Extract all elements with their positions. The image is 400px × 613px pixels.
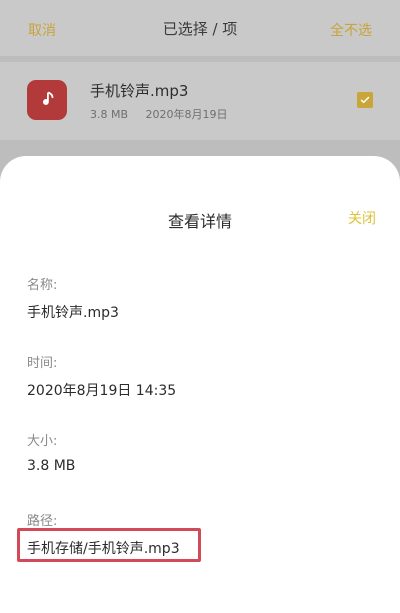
sheet-title: 查看详情 xyxy=(167,212,232,231)
path-value: 手机存储/手机铃声.mp3 xyxy=(27,541,180,557)
file-row[interactable]: 手机铃声.mp3 3.8 MB 2020年8月19日 xyxy=(0,62,400,140)
top-header: 取消 已选择 / 项 全不选 xyxy=(0,0,400,56)
name-label: 名称: xyxy=(27,278,58,293)
check-icon xyxy=(360,96,370,104)
file-meta: 3.8 MB 2020年8月19日 xyxy=(90,106,228,122)
close-button[interactable]: 关闭 xyxy=(348,208,376,228)
music-note-icon xyxy=(42,91,54,105)
size-value: 3.8 MB xyxy=(27,458,76,474)
music-file-icon xyxy=(27,80,67,120)
name-value: 手机铃声.mp3 xyxy=(27,305,119,321)
file-checkbox[interactable] xyxy=(357,92,373,108)
time-value: 2020年8月19日 14:35 xyxy=(27,383,177,399)
file-date: 2020年8月19日 xyxy=(145,108,228,121)
size-label: 大小: xyxy=(27,434,58,449)
details-sheet: 查看详情 关闭 名称: 手机铃声.mp3 时间: 2020年8月19日 14:3… xyxy=(0,156,400,613)
time-label: 时间: xyxy=(27,356,58,371)
path-label: 路径: xyxy=(27,514,58,529)
file-name: 手机铃声.mp3 xyxy=(90,82,189,100)
file-size: 3.8 MB xyxy=(90,108,129,121)
deselect-all-button[interactable]: 全不选 xyxy=(330,20,372,40)
